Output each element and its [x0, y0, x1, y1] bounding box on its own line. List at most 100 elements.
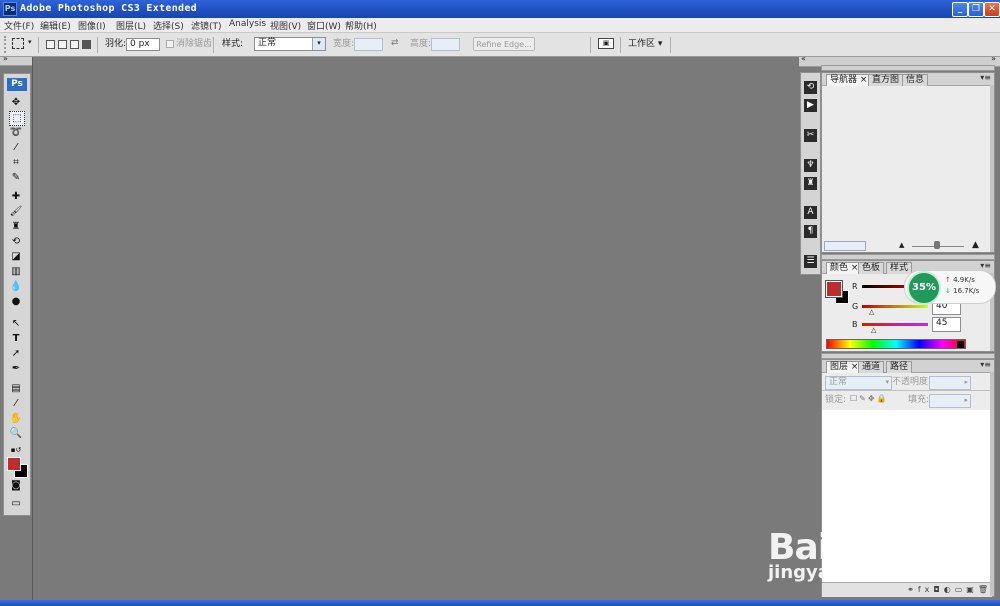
minimize-button[interactable]: _: [952, 2, 968, 17]
new-selection-icon[interactable]: [46, 40, 55, 49]
baidu-watermark-url: jingyan.baidu.com: [768, 562, 956, 583]
panel-tabs: 导航器 × 直方图 信息 ▾≡: [822, 73, 994, 86]
panel-menu-icon[interactable]: ▾≡: [980, 261, 991, 270]
healing-brush-tool-icon[interactable]: ✚: [9, 190, 23, 203]
restore-button[interactable]: ❐: [968, 2, 984, 17]
intersect-selection-icon[interactable]: [82, 40, 91, 49]
marquee-tool-icon[interactable]: ⬚: [9, 111, 25, 126]
opacity-input[interactable]: ▸: [929, 376, 971, 390]
panel-menu-icon[interactable]: ▾≡: [980, 360, 991, 369]
menu-edit[interactable]: 编辑(E): [40, 19, 71, 32]
slider-handle-icon[interactable]: △: [869, 308, 874, 316]
scrollbar[interactable]: [990, 85, 994, 252]
style-select[interactable]: 正常 ▾: [254, 37, 326, 51]
tab-paths[interactable]: 路径: [886, 361, 913, 373]
clone-source-icon[interactable]: ♜: [804, 177, 817, 190]
menu-image[interactable]: 图像(I): [78, 19, 106, 32]
dodge-tool-icon[interactable]: ●: [9, 295, 23, 308]
layer-comps-icon[interactable]: ☰: [804, 255, 817, 268]
zoom-in-icon[interactable]: ▲: [972, 240, 979, 250]
color-spectrum-ramp[interactable]: [826, 339, 966, 349]
menu-layer[interactable]: 图层(L): [116, 19, 146, 32]
default-colors-icon[interactable]: ▪↺: [9, 444, 23, 457]
eyedropper-tool-icon[interactable]: ⁄: [9, 397, 23, 410]
brush-tool-icon[interactable]: 🖌: [9, 205, 23, 218]
scrollbar[interactable]: [990, 372, 994, 596]
zoom-slider-handle[interactable]: [934, 241, 940, 249]
foreground-color-box[interactable]: [825, 280, 843, 298]
channel-b-input[interactable]: 45: [932, 317, 961, 332]
refine-edge-button[interactable]: Refine Edge...: [473, 37, 535, 51]
tab-navigator[interactable]: 导航器 ×: [826, 74, 872, 86]
antialias-checkbox[interactable]: [166, 40, 174, 48]
close-button[interactable]: ✕: [984, 2, 1000, 17]
history-panel-icon[interactable]: ⟲: [804, 81, 817, 94]
menu-select[interactable]: 选择(S): [153, 19, 184, 32]
move-tool-icon[interactable]: ✥: [9, 96, 23, 109]
slice-tool-icon[interactable]: ✎: [9, 171, 23, 184]
menu-window[interactable]: 窗口(W): [307, 19, 341, 32]
network-speed-widget[interactable]: 35% ↑ 4.9K/s ↓ 16.7K/s: [904, 270, 996, 305]
marquee-preset-icon[interactable]: [12, 38, 24, 49]
tab-channels[interactable]: 通道: [858, 361, 885, 373]
menu-filter[interactable]: 滤镜(T): [191, 19, 222, 32]
slider-handle-icon[interactable]: △: [871, 326, 876, 334]
bridge-icon[interactable]: ▣: [598, 38, 614, 49]
blend-mode-select[interactable]: 正常 ▾: [825, 376, 892, 390]
eraser-tool-icon[interactable]: ◪: [9, 250, 23, 263]
type-tool-icon[interactable]: T: [9, 332, 23, 345]
clone-stamp-tool-icon[interactable]: ♜: [9, 220, 23, 233]
notes-tool-icon[interactable]: ▤: [9, 382, 23, 395]
layers-footer-icons[interactable]: ⚭fx◘◐▭▣🗑: [822, 582, 992, 597]
lock-icons[interactable]: ☐✎✥🔒: [850, 394, 889, 403]
character-panel-icon[interactable]: A: [804, 206, 817, 219]
blur-tool-icon[interactable]: 💧: [9, 280, 23, 293]
foreground-color-swatch[interactable]: [7, 457, 21, 471]
menu-help[interactable]: 帮助(H): [345, 19, 377, 32]
zoom-out-icon[interactable]: ▲: [899, 241, 904, 249]
magic-wand-tool-icon[interactable]: ⁄: [9, 141, 23, 154]
height-input[interactable]: [431, 38, 460, 51]
options-bar-grip[interactable]: [4, 36, 10, 53]
direct-selection-tool-icon[interactable]: ➚: [9, 347, 23, 360]
preset-dropdown-icon[interactable]: ▾: [28, 38, 32, 46]
add-selection-icon[interactable]: [58, 40, 67, 49]
black-swatch[interactable]: [957, 341, 964, 348]
tab-layers[interactable]: 图层 ×: [826, 361, 863, 373]
tab-info[interactable]: 信息: [902, 74, 929, 86]
tab-swatches[interactable]: 色板: [858, 262, 885, 274]
tab-styles[interactable]: 样式: [886, 262, 913, 274]
menu-view[interactable]: 视图(V): [270, 19, 301, 32]
fill-input[interactable]: ▸: [929, 394, 971, 408]
pen-tool-icon[interactable]: ✒: [9, 362, 23, 375]
hand-tool-icon[interactable]: ✋: [9, 412, 23, 425]
workspace-menu[interactable]: 工作区 ▾: [628, 38, 662, 51]
tools-collapse-bar[interactable]: »: [0, 54, 32, 66]
tab-color[interactable]: 颜色 ×: [826, 262, 863, 274]
crop-tool-icon[interactable]: ⌗: [9, 156, 23, 169]
tab-histogram[interactable]: 直方图: [868, 74, 904, 86]
navigator-panel: 导航器 × 直方图 信息 ▾≡ ▲ ▲: [821, 72, 995, 253]
gradient-tool-icon[interactable]: ▥: [9, 265, 23, 278]
path-selection-tool-icon[interactable]: ↖: [9, 317, 23, 330]
quick-mask-icon[interactable]: ◙: [9, 479, 23, 492]
history-brush-tool-icon[interactable]: ⟲: [9, 235, 23, 248]
swap-icon[interactable]: ⇄: [391, 38, 399, 48]
actions-panel-icon[interactable]: ▶: [804, 99, 817, 112]
separator: [590, 37, 591, 53]
panel-menu-icon[interactable]: ▾≡: [980, 73, 991, 82]
feather-input[interactable]: 0 px: [126, 38, 160, 51]
menu-file[interactable]: 文件(F): [4, 19, 34, 32]
fill-label: 填充:: [908, 395, 930, 405]
brushes-panel-icon[interactable]: ♆: [804, 159, 817, 172]
lasso-tool-icon[interactable]: ➰: [9, 126, 23, 139]
paragraph-panel-icon[interactable]: ¶: [804, 225, 817, 238]
tool-presets-icon[interactable]: ✂: [804, 129, 817, 142]
menu-analysis[interactable]: Analysis: [229, 19, 266, 29]
subtract-selection-icon[interactable]: [70, 40, 79, 49]
screen-mode-icon[interactable]: ▭: [9, 497, 23, 510]
chevron-down-icon: ▾: [885, 378, 889, 386]
width-input[interactable]: [354, 38, 383, 51]
zoom-tool-icon[interactable]: 🔍: [9, 427, 23, 440]
zoom-field[interactable]: [824, 241, 866, 251]
